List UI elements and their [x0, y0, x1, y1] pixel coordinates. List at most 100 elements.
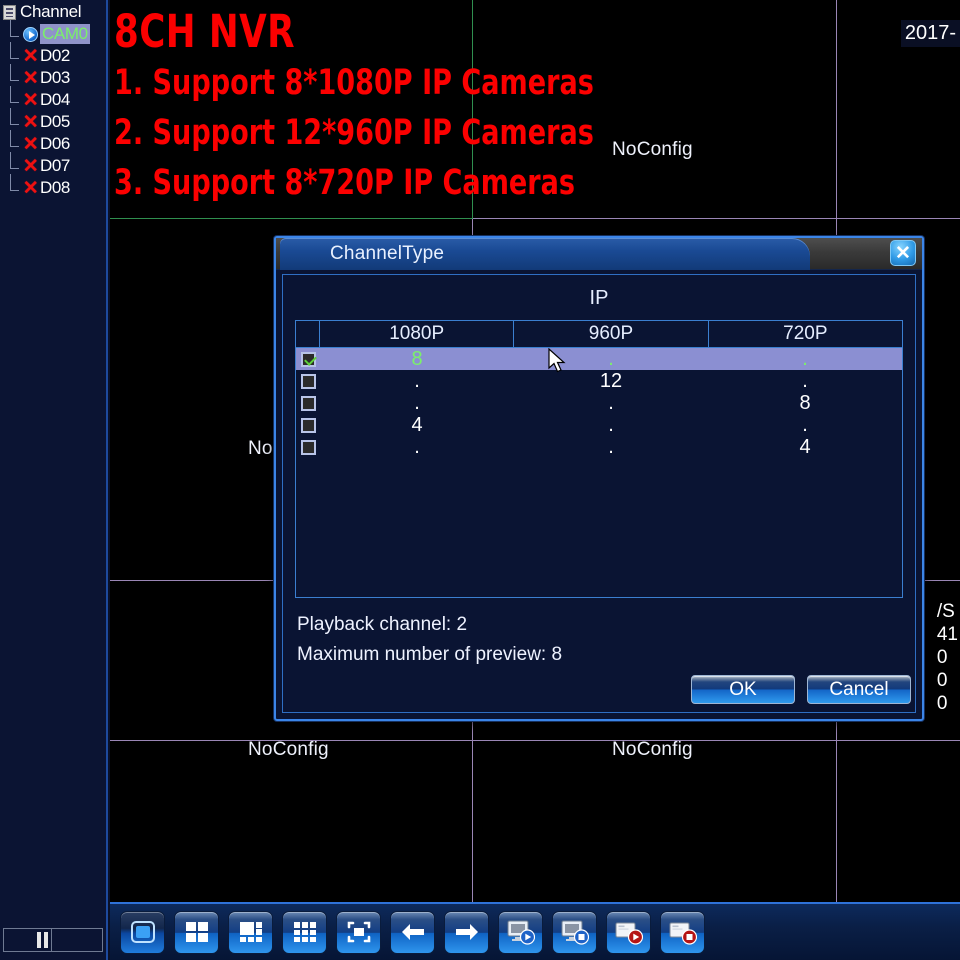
table-header-checkbox-col [296, 321, 320, 347]
dialog-info: Playback channel: 2 Maximum number of pr… [295, 598, 903, 670]
dialog-title: ChannelType [330, 243, 445, 264]
red-x-icon: ✕ [22, 155, 39, 177]
tree-branch-line [10, 130, 22, 155]
maximum-preview-text: Maximum number of preview: 8 [297, 644, 563, 665]
close-icon[interactable]: ✕ [890, 240, 916, 266]
sidebar-item-d02[interactable]: ✕ D02 [0, 42, 108, 67]
dialog-titlebar: ChannelType ✕ [276, 238, 922, 270]
channel-tree-header-label: Channel [20, 2, 82, 21]
row-checkbox-cell[interactable] [296, 373, 320, 389]
row-checkbox-cell[interactable] [296, 417, 320, 433]
start-all-preview-button[interactable] [498, 910, 543, 954]
sidebar-item-label: D08 [40, 178, 70, 197]
sidebar-item-d04[interactable]: ✕ D04 [0, 86, 108, 111]
fullscreen-button[interactable] [336, 910, 381, 954]
quad-view-button[interactable] [174, 910, 219, 954]
sidebar-item-d06[interactable]: ✕ D06 [0, 130, 108, 155]
stop-record-button[interactable] [660, 910, 705, 954]
tree-branch-line [10, 20, 22, 45]
bottom-toolbar [110, 902, 960, 960]
cell-1080p: 4 [411, 414, 423, 436]
stat-value-2: 0 [936, 647, 948, 668]
row-checkbox-cell[interactable] [296, 439, 320, 455]
checkbox-icon[interactable] [300, 373, 316, 389]
checkbox-icon[interactable] [300, 417, 316, 433]
tree-branch-line [10, 152, 22, 177]
promo-line-1: 1. Support 8*1080P IP Cameras [114, 63, 594, 103]
red-x-icon: ✕ [22, 89, 39, 111]
nine-view-button[interactable] [282, 910, 327, 954]
sidebar-item-label: D02 [40, 46, 70, 65]
single-view-button[interactable] [120, 910, 165, 954]
cell-1080p: . [414, 392, 420, 414]
sidebar-item-d07[interactable]: ✕ D07 [0, 152, 108, 177]
red-x-icon: ✕ [22, 67, 39, 89]
cell-960p: 12 [599, 370, 623, 392]
channel-type-dialog: ChannelType ✕ IP 1080P 960P 720P 8 . . .… [274, 236, 924, 721]
cancel-button[interactable]: Cancel [807, 675, 911, 704]
dialog-buttons: OK Cancel [691, 675, 911, 704]
channel-panel: Channel CAM0 ✕ D02 ✕ D03 ✕ D04 ✕ D05 ✕ D… [0, 0, 108, 960]
document-icon [3, 4, 16, 20]
monitor-stop-icon [561, 920, 589, 945]
stream-stats-overlay: /S 41 0 0 0 [937, 600, 958, 715]
cell-1080p: . [414, 370, 420, 392]
start-record-button[interactable] [606, 910, 651, 954]
next-button[interactable] [444, 910, 489, 954]
checkbox-icon[interactable] [300, 439, 316, 455]
table-row[interactable]: . 12 . [296, 370, 902, 392]
timestamp-overlay: 2017- [900, 20, 960, 47]
panel-status-left [4, 929, 53, 951]
column-header-1080p: 1080P [320, 321, 515, 347]
sidebar-item-d08[interactable]: ✕ D08 [0, 174, 108, 199]
video-cell-label: NoConfig [248, 739, 329, 760]
red-x-icon: ✕ [22, 45, 39, 67]
column-header-960p: 960P [514, 321, 709, 347]
dialog-title-tab: ChannelType [280, 238, 810, 270]
cell-1080p: . [414, 436, 420, 458]
cell-720p: . [802, 370, 808, 392]
table-row[interactable]: . . 4 [296, 436, 902, 458]
tree-branch-line [10, 174, 22, 199]
checkbox-icon[interactable] [300, 351, 316, 367]
arrow-left-icon [401, 924, 424, 940]
ip-group-label: IP [589, 287, 609, 309]
promo-line-2: 2. Support 12*960P IP Cameras [114, 113, 594, 153]
video-cell-label: NoConfig [612, 139, 693, 160]
ok-button[interactable]: OK [691, 675, 795, 704]
row-checkbox-cell[interactable] [296, 395, 320, 411]
tree-branch-line [10, 42, 22, 67]
stat-value-3: 0 [936, 670, 948, 691]
table-row[interactable]: 4 . . [296, 414, 902, 436]
six-view-button[interactable] [228, 910, 273, 954]
grid-divider [473, 218, 960, 219]
stat-unit: /S [936, 601, 955, 622]
stop-all-preview-button[interactable] [552, 910, 597, 954]
grid-divider [110, 740, 960, 741]
sidebar-item-label: D04 [40, 90, 70, 109]
sidebar-item-cam0[interactable]: CAM0 [0, 20, 108, 45]
cell-1080p: 8 [411, 348, 423, 370]
record-stop-icon [669, 922, 697, 945]
promo-title: 8CH NVR [114, 5, 296, 58]
sidebar-item-d05[interactable]: ✕ D05 [0, 108, 108, 133]
play-circle-icon [22, 26, 39, 43]
nvr-screen: Channel CAM0 ✕ D02 ✕ D03 ✕ D04 ✕ D05 ✕ D… [0, 0, 960, 960]
table-row[interactable]: . . 8 [296, 392, 902, 414]
channel-tree: Channel CAM0 ✕ D02 ✕ D03 ✕ D04 ✕ D05 ✕ D… [0, 0, 108, 199]
table-header-row: 1080P 960P 720P [296, 321, 902, 348]
stat-value-4: 0 [936, 693, 948, 714]
table-row[interactable]: 8 . . [296, 348, 902, 370]
tree-branch-line [10, 108, 22, 133]
checkbox-icon[interactable] [300, 395, 316, 411]
panel-status-box [3, 928, 103, 952]
grid-divider [110, 218, 473, 219]
dialog-body: IP 1080P 960P 720P 8 . . . 12 . . . 8 4 … [282, 274, 916, 713]
four-split-icon [185, 922, 208, 942]
previous-button[interactable] [390, 910, 435, 954]
promo-overlay: 8CH NVR 1. Support 8*1080P IP Cameras 2.… [114, 6, 672, 208]
row-checkbox-cell[interactable] [296, 351, 320, 367]
record-play-icon [615, 922, 643, 945]
promo-line-3: 3. Support 8*720P IP Cameras [114, 163, 576, 203]
sidebar-item-d03[interactable]: ✕ D03 [0, 64, 108, 89]
